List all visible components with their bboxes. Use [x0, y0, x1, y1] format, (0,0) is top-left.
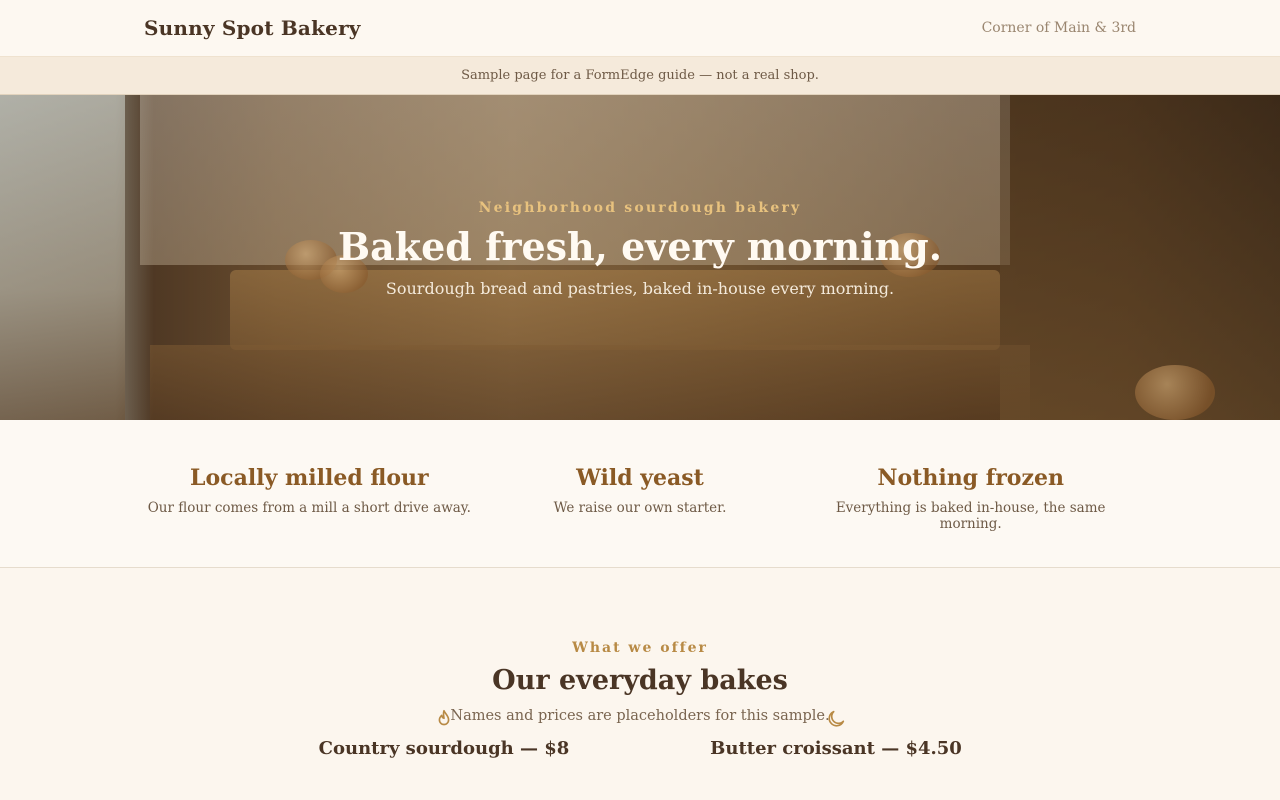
- hero-title: Baked fresh, every morning.: [338, 224, 942, 269]
- sample-notice-banner: Sample page for a FormEdge guide — not a…: [0, 56, 1280, 95]
- feature-title: Wild yeast: [576, 465, 704, 491]
- feature-title: Locally milled flour: [190, 465, 429, 491]
- site-header: Sunny Spot Bakery Corner of Main & 3rd: [0, 0, 1280, 56]
- features-section: Locally milled flour Our flour comes fro…: [0, 420, 1280, 568]
- feature-text: We raise our own starter.: [553, 500, 727, 516]
- offer-title: Our everyday bakes: [492, 665, 788, 696]
- feature-title: Nothing frozen: [877, 465, 1064, 491]
- flame-icon: [438, 709, 450, 726]
- moon-icon: [828, 710, 845, 727]
- product-item: Butter croissant — $4.50: [686, 708, 986, 759]
- brand-name[interactable]: Sunny Spot Bakery: [144, 16, 361, 40]
- offer-eyebrow: What we offer: [572, 640, 708, 656]
- hero-eyebrow: Neighborhood sourdough bakery: [478, 200, 802, 216]
- location-text: Corner of Main & 3rd: [981, 20, 1136, 36]
- product-list: Country sourdough — $8 Butter croissant …: [0, 708, 1280, 800]
- hero-section: Neighborhood sourdough bakery Baked fres…: [0, 95, 1280, 420]
- hero-content: Neighborhood sourdough bakery Baked fres…: [0, 95, 1280, 298]
- feature-card: Nothing frozen Everything is baked in-ho…: [805, 420, 1136, 567]
- hero-background-shelf: [150, 345, 1030, 420]
- product-name: Country sourdough — $8: [318, 738, 570, 759]
- hero-subtitle: Sourdough bread and pastries, baked in-h…: [385, 279, 895, 298]
- bread-loaf-image: [1135, 365, 1215, 420]
- product-name: Butter croissant — $4.50: [710, 738, 962, 759]
- feature-text: Everything is baked in-house, the same m…: [835, 500, 1106, 532]
- product-item: Country sourdough — $8: [294, 708, 594, 759]
- offer-section: What we offer Our everyday bakes Names a…: [0, 568, 1280, 800]
- feature-card: Wild yeast We raise our own starter.: [475, 420, 806, 567]
- feature-card: Locally milled flour Our flour comes fro…: [144, 420, 475, 567]
- feature-text: Our flour comes from a mill a short driv…: [147, 500, 471, 516]
